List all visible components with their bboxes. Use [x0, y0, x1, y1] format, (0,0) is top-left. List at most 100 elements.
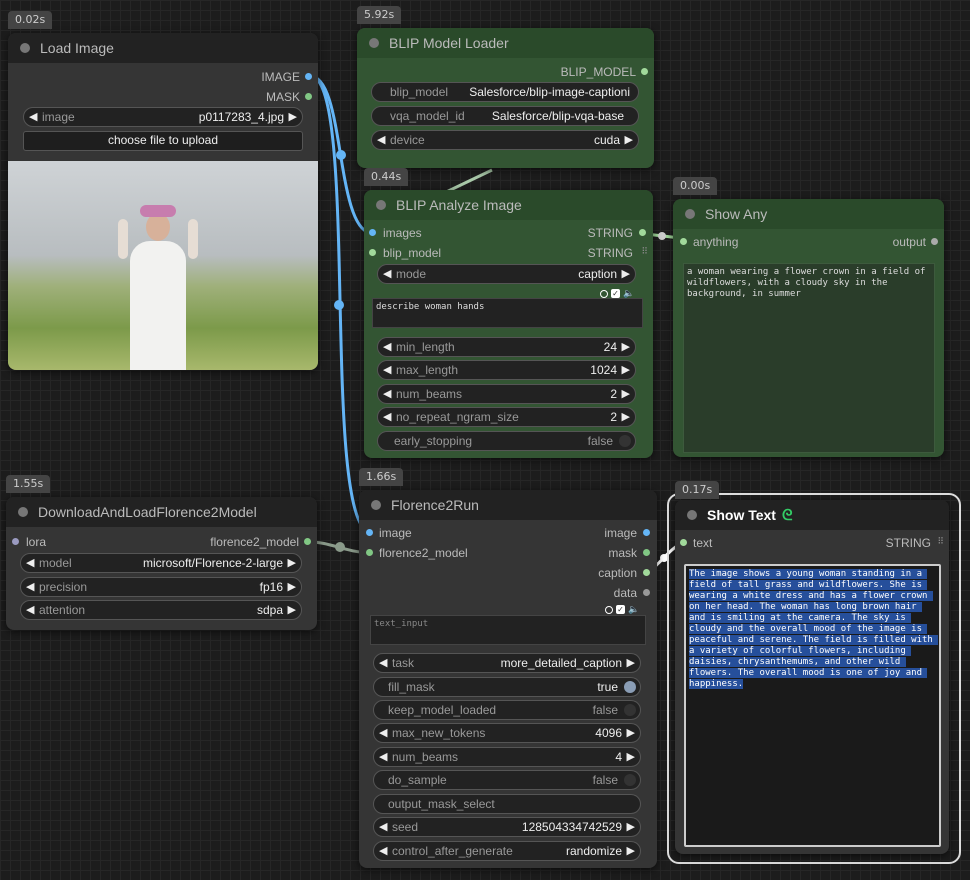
- arrow-left-icon[interactable]: ◀: [379, 750, 387, 763]
- arrow-right-icon[interactable]: ▶: [627, 726, 635, 739]
- collapse-dot-icon[interactable]: [371, 500, 381, 510]
- num-beams-combo[interactable]: ◀ num_beams 2 ▶: [377, 384, 636, 404]
- arrow-right-icon[interactable]: ▶: [289, 110, 297, 123]
- output-dot[interactable]: [643, 569, 650, 576]
- output-slot-blip-model[interactable]: BLIP_MODEL: [357, 62, 654, 82]
- arrow-left-icon[interactable]: ◀: [379, 844, 387, 857]
- show-text-node[interactable]: 0.17s Show Text ᘓ text STRING ⠿ The image …: [675, 481, 949, 854]
- collapse-dot-icon[interactable]: [18, 507, 28, 517]
- model-combo[interactable]: ◀ model microsoft/Florence-2-large ▶: [20, 553, 302, 573]
- collapse-dot-icon[interactable]: [685, 209, 695, 219]
- arrow-right-icon[interactable]: ▶: [627, 656, 635, 669]
- blip-model-loader-node[interactable]: 5.92s BLIP Model Loader BLIP_MODEL blip_…: [357, 6, 654, 168]
- collapse-dot-icon[interactable]: [369, 38, 379, 48]
- slot-row-image[interactable]: image image: [359, 523, 657, 543]
- florence2-run-node[interactable]: 1.66s Florence2Run image image florence2…: [359, 468, 657, 868]
- output-slot-image[interactable]: IMAGE: [8, 67, 318, 87]
- input-dot[interactable]: [680, 238, 687, 245]
- collapse-dot-icon[interactable]: [376, 200, 386, 210]
- toggle-knob-icon[interactable]: [624, 774, 636, 786]
- grid-output-icon[interactable]: ⠿: [641, 246, 648, 257]
- early-stopping-toggle[interactable]: early_stopping false: [377, 431, 636, 451]
- circle-icon[interactable]: [605, 605, 613, 614]
- arrow-left-icon[interactable]: ◀: [379, 726, 387, 739]
- slot-row-blip-model[interactable]: blip_model STRING ⠿: [364, 243, 653, 263]
- image-combo[interactable]: ◀ image p0117283_4.jpg ▶: [23, 107, 303, 127]
- no-repeat-ngram-combo[interactable]: ◀ no_repeat_ngram_size 2 ▶: [377, 407, 636, 427]
- collapse-dot-icon[interactable]: [687, 510, 697, 520]
- arrow-left-icon[interactable]: ◀: [29, 110, 37, 123]
- arrow-left-icon[interactable]: ◀: [383, 363, 391, 376]
- arrow-left-icon[interactable]: ◀: [379, 656, 387, 669]
- arrow-left-icon[interactable]: ◀: [26, 556, 34, 569]
- toggle-knob-icon[interactable]: [624, 704, 636, 716]
- show-any-output-text[interactable]: a woman wearing a flower crown in a fiel…: [683, 263, 935, 453]
- blip-analyze-image-node[interactable]: 0.44s BLIP Analyze Image images STRING b…: [364, 168, 653, 458]
- arrow-right-icon[interactable]: ▶: [627, 844, 635, 857]
- grid-output-icon[interactable]: ⠿: [937, 536, 944, 547]
- do-sample-toggle[interactable]: do_sample false: [373, 770, 641, 790]
- collapse-dot-icon[interactable]: [20, 43, 30, 53]
- output-dot[interactable]: [305, 93, 312, 100]
- control-after-generate-combo[interactable]: ◀ control_after_generate randomize ▶: [373, 841, 641, 861]
- node-title-bar[interactable]: Load Image: [8, 33, 318, 63]
- output-dot[interactable]: [643, 589, 650, 596]
- arrow-right-icon[interactable]: ▶: [627, 820, 635, 833]
- max-new-tokens-combo[interactable]: ◀ max_new_tokens 4096 ▶: [373, 723, 641, 743]
- blip-model-field[interactable]: blip_model Salesforce/blip-image-captioni: [371, 82, 639, 102]
- show-text-output[interactable]: The image shows a young woman standing i…: [684, 564, 941, 847]
- node-title-bar[interactable]: Florence2Run: [359, 490, 657, 520]
- arrow-right-icon[interactable]: ▶: [288, 580, 296, 593]
- upload-button[interactable]: choose file to upload: [23, 131, 303, 151]
- input-dot[interactable]: [369, 229, 376, 236]
- slot-row-florence2-model[interactable]: florence2_model mask: [359, 543, 657, 563]
- arrow-right-icon[interactable]: ▶: [627, 750, 635, 763]
- arrow-left-icon[interactable]: ◀: [379, 820, 387, 833]
- arrow-left-icon[interactable]: ◀: [383, 340, 391, 353]
- checkbox-icon[interactable]: ✓: [616, 605, 625, 614]
- input-dot[interactable]: [366, 549, 373, 556]
- input-dot[interactable]: [369, 249, 376, 256]
- arrow-left-icon[interactable]: ◀: [383, 267, 391, 280]
- arrow-left-icon[interactable]: ◀: [383, 410, 391, 423]
- node-title-bar[interactable]: Show Text ᘓ: [675, 500, 949, 530]
- arrow-right-icon[interactable]: ▶: [288, 556, 296, 569]
- seed-combo[interactable]: ◀ seed 128504334742529 ▶: [373, 817, 641, 837]
- input-dot[interactable]: [680, 539, 687, 546]
- arrow-right-icon[interactable]: ▶: [622, 340, 630, 353]
- slot-row-lora[interactable]: lora florence2_model: [6, 532, 317, 552]
- task-combo[interactable]: ◀ task more_detailed_caption ▶: [373, 653, 641, 673]
- download-florence2-node[interactable]: 1.55s DownloadAndLoadFlorence2Model lora…: [6, 475, 317, 630]
- output-dot[interactable]: [931, 238, 938, 245]
- output-dot[interactable]: [305, 73, 312, 80]
- slot-row-text[interactable]: text STRING ⠿: [675, 533, 949, 553]
- arrow-left-icon[interactable]: ◀: [26, 603, 34, 616]
- arrow-right-icon[interactable]: ▶: [622, 363, 630, 376]
- input-dot[interactable]: [12, 538, 19, 545]
- toggle-knob-icon[interactable]: [624, 681, 636, 693]
- output-dot[interactable]: [639, 229, 646, 236]
- max-length-combo[interactable]: ◀ max_length 1024 ▶: [377, 360, 636, 380]
- output-slot-mask[interactable]: MASK: [8, 87, 318, 107]
- load-image-node[interactable]: 0.02s Load Image IMAGE MASK ◀ image p01172…: [8, 11, 318, 370]
- arrow-right-icon[interactable]: ▶: [622, 410, 630, 423]
- arrow-right-icon[interactable]: ▶: [625, 133, 633, 146]
- keep-model-loaded-toggle[interactable]: keep_model_loaded false: [373, 700, 641, 720]
- node-title-bar[interactable]: BLIP Model Loader: [357, 28, 654, 58]
- textarea-controls[interactable]: ✓ 🔈: [605, 604, 639, 615]
- circle-icon[interactable]: [600, 289, 608, 298]
- num-beams-combo[interactable]: ◀ num_beams 4 ▶: [373, 747, 641, 767]
- output-dot[interactable]: [641, 68, 648, 75]
- arrow-left-icon[interactable]: ◀: [26, 580, 34, 593]
- vqa-model-id-field[interactable]: vqa_model_id Salesforce/blip-vqa-base: [371, 106, 639, 126]
- precision-combo[interactable]: ◀ precision fp16 ▶: [20, 577, 302, 597]
- min-length-combo[interactable]: ◀ min_length 24 ▶: [377, 337, 636, 357]
- show-any-node[interactable]: 0.00s Show Any anything output a woman w…: [673, 177, 944, 457]
- slot-row-caption[interactable]: caption: [359, 563, 657, 583]
- slot-row-images[interactable]: images STRING: [364, 223, 653, 243]
- arrow-right-icon[interactable]: ▶: [288, 603, 296, 616]
- arrow-right-icon[interactable]: ▶: [622, 267, 630, 280]
- arrow-right-icon[interactable]: ▶: [622, 387, 630, 400]
- attention-combo[interactable]: ◀ attention sdpa ▶: [20, 600, 302, 620]
- slot-row-data[interactable]: data: [359, 583, 657, 603]
